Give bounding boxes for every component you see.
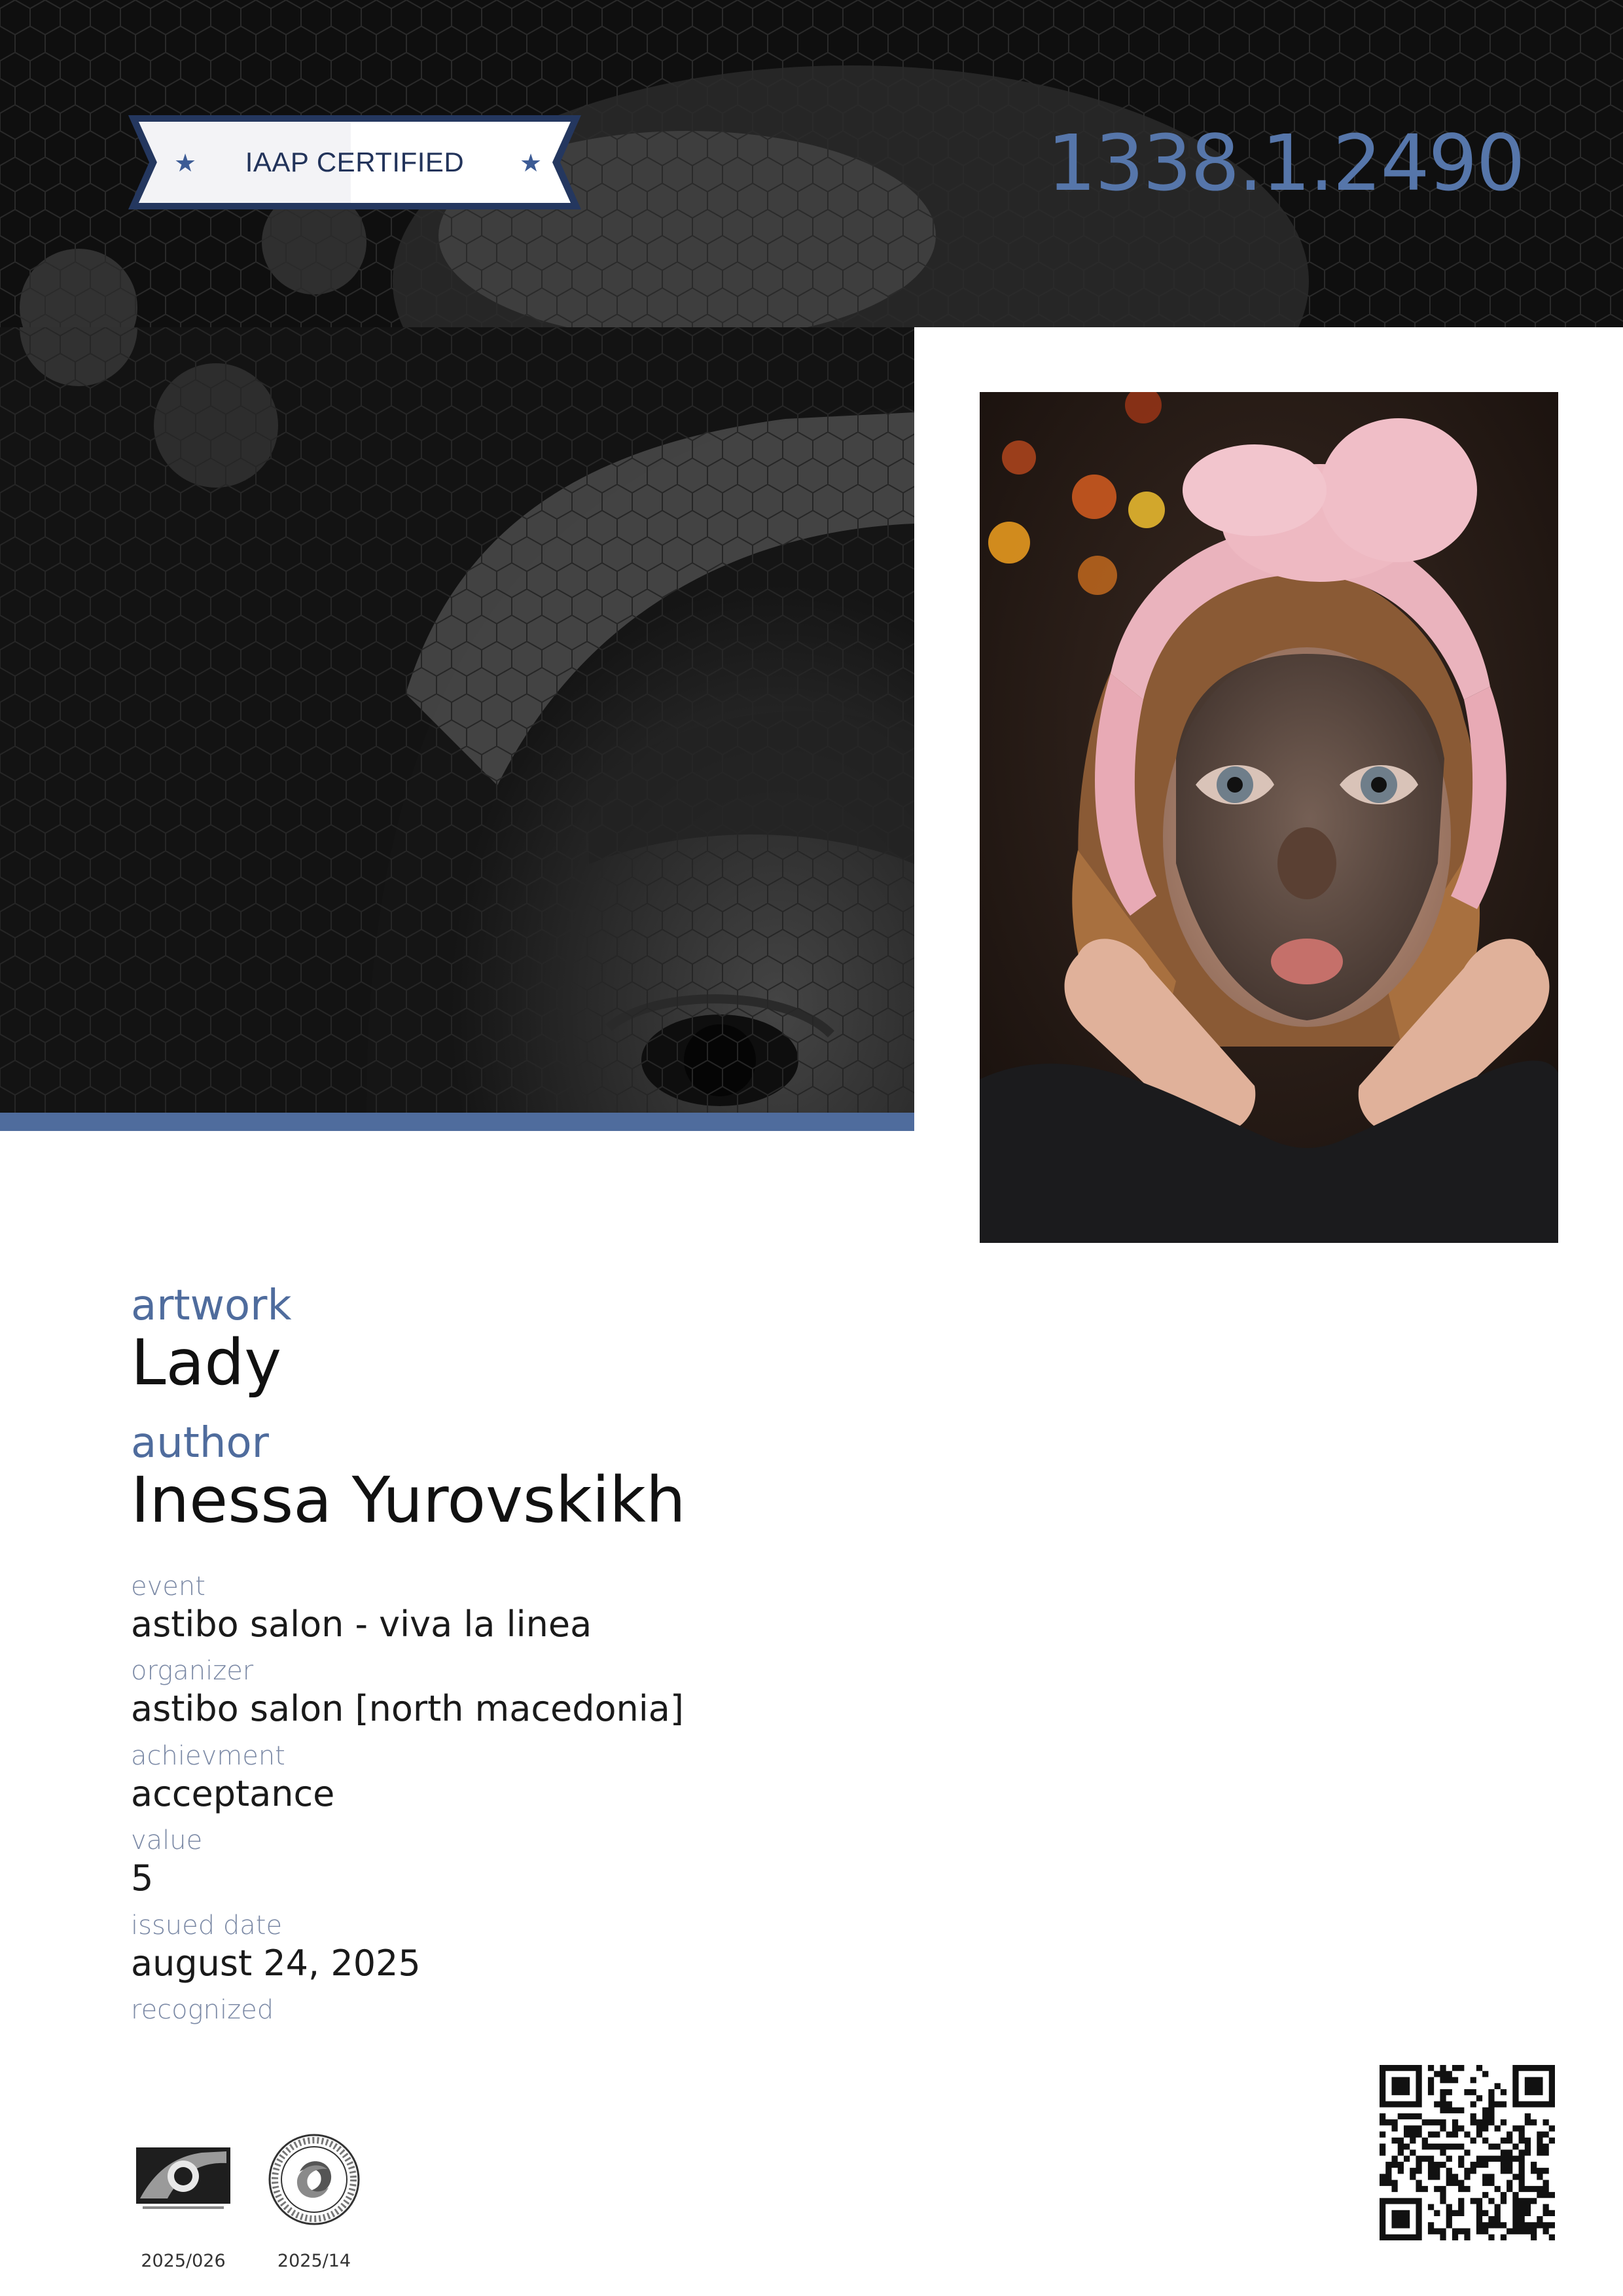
iaap-logo-icon: [134, 2130, 232, 2229]
recognition-code: 2025/14: [277, 2251, 351, 2271]
organizer-label: organizer: [131, 1656, 254, 1687]
author-name: Inessa Yurovskikh: [131, 1463, 686, 1537]
event-value: astibo salon - viva la linea: [131, 1603, 592, 1645]
achievement-value: acceptance: [131, 1772, 335, 1814]
certificate-number: 1338.1.2490: [1047, 118, 1525, 208]
artwork-title: Lady: [131, 1326, 282, 1400]
hero-background-left: [0, 327, 914, 1113]
author-label: author: [131, 1418, 269, 1467]
child-portrait-icon: [980, 392, 1558, 1243]
accent-bar: [0, 1113, 914, 1131]
issued-date-value: august 24, 2025: [131, 1942, 421, 1984]
recognition-code: 2025/026: [141, 2251, 226, 2271]
badge-label: IAAP CERTIFIED: [245, 147, 465, 177]
issued-date-label: issued date: [131, 1910, 283, 1941]
achievement-label: achievment: [131, 1740, 285, 1771]
qr-code[interactable]: [1379, 2064, 1555, 2240]
recognition-item: 2025/14: [262, 2130, 366, 2271]
value-label: value: [131, 1825, 203, 1856]
blurred-portrait-icon: [0, 327, 914, 1113]
macedonian-photo-federation-seal-icon: [265, 2130, 363, 2229]
event-label: event: [131, 1571, 205, 1602]
certificate-details: artwork Lady author Inessa Yurovskikh ev…: [131, 1283, 1309, 2026]
artwork-photo: [980, 392, 1558, 1243]
certified-badge: ★ ★ IAAP CERTIFIED: [128, 113, 581, 212]
recognized-label: recognized: [131, 1995, 274, 2026]
artwork-label: artwork: [131, 1282, 292, 1330]
recognition-item: 2025/026: [131, 2130, 236, 2271]
value-value: 5: [131, 1857, 154, 1899]
recognition-logos: 2025/026 2025/14: [131, 2130, 366, 2271]
qr-code-icon: [1379, 2064, 1555, 2240]
organizer-value: astibo salon [north macedonia]: [131, 1688, 684, 1730]
